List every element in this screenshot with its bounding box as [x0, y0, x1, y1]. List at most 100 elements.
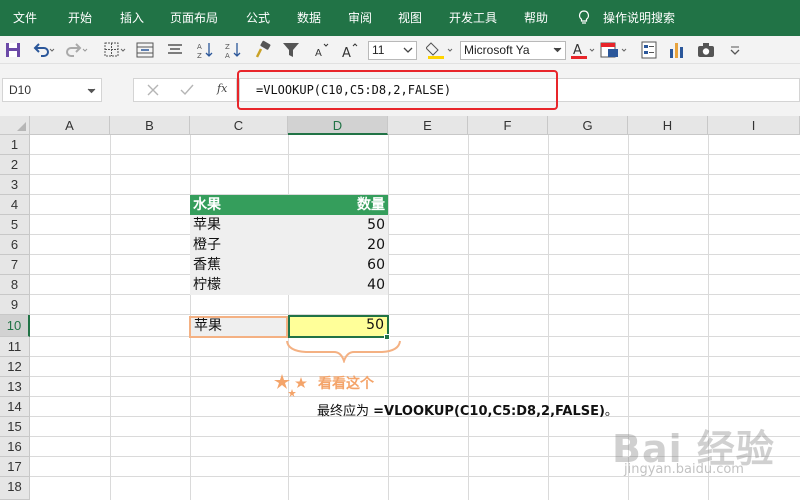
tab-insert[interactable]: 插入 [120, 0, 144, 36]
cell-style-icon[interactable] [600, 40, 630, 60]
cell-c8[interactable]: 柠檬 [190, 275, 288, 295]
chart-icon[interactable] [668, 40, 686, 60]
cell-d7[interactable]: 60 [288, 255, 388, 275]
name-box-value: D10 [9, 83, 32, 97]
row-header-4[interactable]: 4 [0, 195, 30, 215]
note-suffix: 。 [604, 404, 618, 419]
row-header-7[interactable]: 7 [0, 255, 30, 275]
tab-developer[interactable]: 开发工具 [449, 0, 497, 36]
cell-c7[interactable]: 香蕉 [190, 255, 288, 275]
cell-d5[interactable]: 50 [288, 215, 388, 235]
cell-c10[interactable]: 苹果 [189, 316, 288, 338]
align-icon[interactable] [166, 40, 184, 60]
svg-text:A: A [342, 46, 351, 60]
row-header-5[interactable]: 5 [0, 215, 30, 235]
row-header-13[interactable]: 13 [0, 377, 30, 397]
font-size-select[interactable]: 11 [368, 41, 417, 60]
svg-text:A: A [573, 43, 582, 58]
name-box[interactable]: D10 [2, 78, 102, 102]
row-header-15[interactable]: 15 [0, 417, 30, 437]
enter-icon[interactable] [180, 83, 194, 97]
cell-c6[interactable]: 橙子 [190, 235, 288, 255]
column-header-f[interactable]: F [468, 116, 548, 135]
svg-text:A: A [197, 43, 202, 51]
chevron-down-icon [403, 47, 413, 53]
increase-font-icon[interactable]: A [340, 40, 360, 60]
watermark-url: jingyan.baidu.com [624, 462, 744, 477]
cancel-icon[interactable] [146, 83, 160, 97]
row-header-2[interactable]: 2 [0, 155, 30, 175]
font-size-value: 11 [372, 43, 385, 57]
font-name-select[interactable]: Microsoft Ya [460, 41, 566, 60]
quick-access-toolbar: AZ ZA A A 11 Microsoft Ya A [0, 36, 800, 64]
font-color-icon[interactable]: A [570, 40, 598, 60]
cell-d10[interactable]: 50 [288, 315, 389, 338]
column-header-i[interactable]: I [708, 116, 800, 135]
chevron-down-icon [87, 88, 96, 94]
fill-color-icon[interactable] [426, 40, 454, 60]
sort-ascending-icon[interactable]: AZ [196, 40, 214, 60]
customize-icon[interactable] [728, 40, 742, 60]
tab-home[interactable]: 开始 [68, 0, 92, 36]
font-name-value: Microsoft Ya [464, 43, 530, 57]
svg-text:Z: Z [197, 52, 202, 60]
column-header-a[interactable]: A [30, 116, 110, 135]
row-header-18[interactable]: 18 [0, 477, 30, 500]
chevron-down-icon [553, 47, 562, 53]
cell-c5[interactable]: 苹果 [190, 215, 288, 235]
tab-help[interactable]: 帮助 [524, 0, 548, 36]
form-icon[interactable] [640, 40, 658, 60]
column-header-c[interactable]: C [190, 116, 288, 135]
cell-d8[interactable]: 40 [288, 275, 388, 295]
camera-icon[interactable] [696, 40, 716, 60]
formula-input[interactable]: =VLOOKUP(C10,C5:D8,2,FALSE) [239, 78, 800, 102]
tab-page-layout[interactable]: 页面布局 [170, 0, 218, 36]
cell-c4[interactable]: 水果 [190, 195, 288, 215]
format-painter-icon[interactable] [254, 40, 272, 60]
cell-d4[interactable]: 数量 [288, 195, 388, 215]
formula-buttons: fx [133, 78, 237, 102]
column-header-h[interactable]: H [628, 116, 708, 135]
merge-icon[interactable] [136, 40, 154, 60]
column-header-b[interactable]: B [110, 116, 190, 135]
tell-me-search[interactable]: 操作说明搜索 [603, 0, 675, 36]
tab-file[interactable]: 文件 [13, 0, 37, 36]
row-header-8[interactable]: 8 [0, 275, 30, 295]
row-header-16[interactable]: 16 [0, 437, 30, 457]
result-note: 最终应为 =VLOOKUP(C10,C5:D8,2,FALSE)。 [317, 400, 618, 419]
redo-icon[interactable] [65, 40, 89, 60]
row-header-9[interactable]: 9 [0, 295, 30, 315]
save-icon[interactable] [5, 40, 21, 60]
row-header-14[interactable]: 14 [0, 397, 30, 417]
borders-icon[interactable] [103, 40, 127, 60]
tab-data[interactable]: 数据 [297, 0, 321, 36]
row-header-11[interactable]: 11 [0, 337, 30, 357]
column-header-e[interactable]: E [388, 116, 468, 135]
row-header-6[interactable]: 6 [0, 235, 30, 255]
select-all-corner[interactable] [0, 116, 30, 135]
sort-descending-icon[interactable]: ZA [224, 40, 242, 60]
svg-text:Z: Z [225, 43, 230, 51]
decrease-font-icon[interactable]: A [312, 40, 330, 60]
column-header-g[interactable]: G [548, 116, 628, 135]
curly-brace-annotation [286, 340, 401, 363]
stars-icon [274, 374, 307, 397]
undo-icon[interactable] [32, 40, 56, 60]
tab-view[interactable]: 视图 [398, 0, 422, 36]
svg-text:A: A [225, 52, 230, 60]
row-header-3[interactable]: 3 [0, 175, 30, 195]
column-header-d[interactable]: D [288, 116, 388, 135]
row-header-17[interactable]: 17 [0, 457, 30, 477]
tab-review[interactable]: 审阅 [348, 0, 372, 36]
filter-icon[interactable] [282, 40, 300, 60]
formula-bar: D10 fx =VLOOKUP(C10,C5:D8,2,FALSE) [0, 64, 800, 116]
note-formula: =VLOOKUP(C10,C5:D8,2,FALSE) [373, 404, 605, 419]
tab-formulas[interactable]: 公式 [246, 0, 270, 36]
cell-d6[interactable]: 20 [288, 235, 388, 255]
row-header-1[interactable]: 1 [0, 135, 30, 155]
row-header-12[interactable]: 12 [0, 357, 30, 377]
insert-function-icon[interactable]: fx [217, 82, 227, 95]
svg-text:A: A [315, 48, 322, 59]
lightbulb-icon [578, 10, 590, 24]
row-header-10[interactable]: 10 [0, 315, 30, 337]
